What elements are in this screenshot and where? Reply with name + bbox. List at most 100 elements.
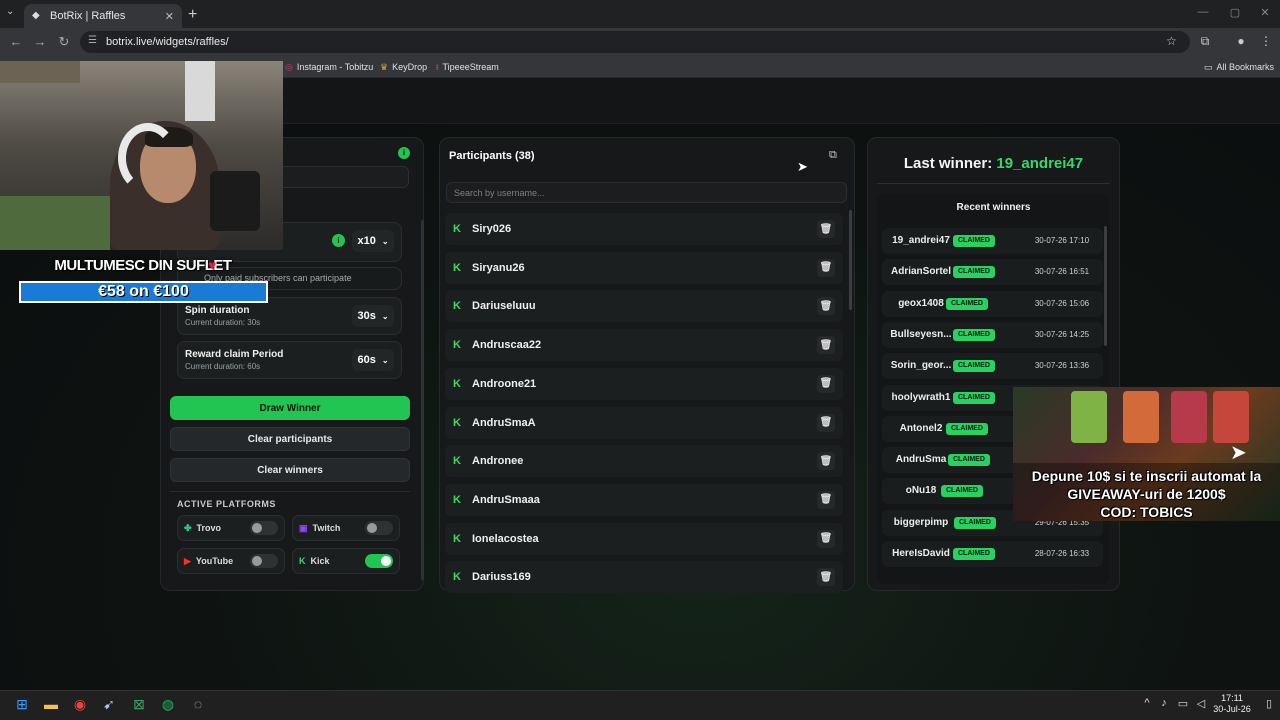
notifications-icon[interactable]: ▯ xyxy=(1262,697,1276,710)
winner-time: 30-07-26 13:36 xyxy=(1034,361,1090,371)
chevron-down-icon: ⌄ xyxy=(381,355,389,365)
new-tab-icon[interactable]: + xyxy=(188,6,204,24)
kick-icon: K xyxy=(453,223,461,235)
claim-period-dropdown[interactable]: 60s ⌄ xyxy=(352,349,394,371)
info-icon[interactable]: i xyxy=(332,234,345,247)
all-bookmarks[interactable]: ▭ All Bookmarks xyxy=(1204,60,1274,74)
kick-icon: K xyxy=(453,377,461,390)
kick-toggle[interactable] xyxy=(365,554,393,568)
folder-icon: ▭ xyxy=(1204,61,1213,72)
claim-period-label: Reward claim Period xyxy=(185,349,284,360)
kick-icon: K xyxy=(299,556,306,566)
participant-name: Andruscaa22 xyxy=(472,339,542,352)
kick-icon: K xyxy=(453,493,461,506)
bookmark-star-icon[interactable]: ☆ xyxy=(1166,34,1177,48)
tab-title: BotRix | Raffles xyxy=(50,10,126,22)
address-bar[interactable]: botrix.live/widgets/raffles/ xyxy=(80,31,1190,53)
winner-name: Bullseyesn... xyxy=(890,328,952,340)
close-tab-icon[interactable]: ✕ xyxy=(165,10,174,23)
wall-art xyxy=(185,61,215,121)
delete-icon[interactable]: 🗑 xyxy=(817,568,835,587)
claimed-badge: CLAIMED xyxy=(954,516,996,529)
delete-icon[interactable]: 🗑 xyxy=(817,220,835,238)
delete-icon[interactable]: 🗑 xyxy=(817,336,835,355)
kick-icon: K xyxy=(453,532,461,545)
network-icon[interactable]: ▭ xyxy=(1176,697,1190,710)
twitch-toggle[interactable] xyxy=(365,521,393,535)
kick-icon: K xyxy=(453,571,461,584)
chrome-icon[interactable]: ◉ xyxy=(70,696,90,713)
webcam-overlay xyxy=(0,61,283,250)
app-icon[interactable]: ◌ xyxy=(188,696,208,712)
winner-row: Bullseyesn... CLAIMED 30-07-26 14:25 xyxy=(882,321,1103,348)
excel-icon[interactable]: ⊠ xyxy=(129,696,149,713)
tab-search-icon[interactable]: ⌄ xyxy=(6,6,20,17)
chevron-down-icon: ⌄ xyxy=(381,311,389,321)
delete-icon[interactable]: 🗑 xyxy=(817,490,835,509)
participant-search-input[interactable]: Search by username... xyxy=(446,182,847,203)
reload-icon[interactable]: ↻ xyxy=(56,34,72,50)
winner-name: hoolywrath1 xyxy=(891,391,951,403)
draw-winner-button[interactable]: Draw Winner xyxy=(170,396,410,420)
back-icon[interactable]: ← xyxy=(8,34,24,49)
tipeee-icon: ŧ xyxy=(436,62,439,72)
participant-row: K AndruSmaA 🗑 xyxy=(445,406,843,439)
kick-icon: K xyxy=(453,261,461,274)
winner-name: HereIsDavid xyxy=(892,548,950,559)
winners-scrollbar[interactable] xyxy=(1104,226,1107,346)
spotify-icon[interactable]: ◍ xyxy=(158,696,178,713)
delete-icon[interactable]: 🗑 xyxy=(817,374,835,393)
delete-icon[interactable]: 🗑 xyxy=(817,297,835,316)
participant-row: K Dariuss169 🗑 xyxy=(445,561,843,594)
participant-name: Siry026 xyxy=(472,223,512,235)
minimize-icon[interactable]: — xyxy=(1196,6,1210,18)
browser-tab[interactable]: ◆ BotRix | Raffles ✕ xyxy=(24,4,182,28)
keyword-input[interactable] xyxy=(270,166,409,188)
file-explorer-icon[interactable]: ▬ xyxy=(41,696,61,712)
steam-icon[interactable]: ➹ xyxy=(99,696,119,713)
system-clock[interactable]: 17:11 30-Jul-26 xyxy=(1206,693,1258,715)
kick-icon: K xyxy=(453,339,461,352)
microphone-icon[interactable]: ♪ xyxy=(1157,697,1171,709)
extensions-icon[interactable]: ⧉ xyxy=(1197,34,1213,49)
close-window-icon[interactable]: ✕ xyxy=(1258,6,1272,19)
participant-row: K Andronee 🗑 xyxy=(445,445,843,478)
kick-icon: K xyxy=(453,300,461,313)
keydrop-icon: ♛ xyxy=(380,61,389,72)
plant xyxy=(0,196,110,250)
maximize-icon[interactable]: ▢ xyxy=(1228,6,1242,19)
bookmark-instagram[interactable]: ◎ Instagram - Tobitzu xyxy=(285,60,373,74)
youtube-toggle[interactable] xyxy=(250,554,278,568)
menu-icon[interactable]: ⋮ xyxy=(1258,34,1274,48)
clear-winners-button[interactable]: Clear winners xyxy=(170,458,410,482)
winner-time: 28-07-26 16:33 xyxy=(1034,549,1090,558)
multiplier-dropdown[interactable]: x10 ⌄ xyxy=(352,230,394,252)
claimed-badge: CLAIMED xyxy=(941,485,983,498)
bookmark-keydrop[interactable]: ♛ KeyDrop xyxy=(380,60,427,74)
twitch-icon: ▣ xyxy=(299,522,308,533)
start-icon[interactable]: ⊞ xyxy=(12,696,32,713)
divider xyxy=(877,183,1110,184)
bookmark-tipeeestream[interactable]: ŧ TipeeeStream xyxy=(436,60,499,74)
trovo-toggle[interactable] xyxy=(250,521,278,535)
delete-icon[interactable]: 🗑 xyxy=(817,452,835,471)
participant-name: AndruSmaA xyxy=(472,416,536,429)
site-info-icon[interactable]: ☰ xyxy=(88,35,97,46)
copy-icon[interactable]: ⧉ xyxy=(829,149,843,162)
participant-row: K AndruSmaaa 🗑 xyxy=(445,483,843,516)
platform-twitch: ▣ Twitch xyxy=(292,515,400,541)
clear-participants-button[interactable]: Clear participants xyxy=(170,427,410,451)
claimed-badge: CLAIMED xyxy=(946,297,988,310)
settings-scrollbar[interactable] xyxy=(421,220,424,580)
spin-duration-dropdown[interactable]: 30s ⌄ xyxy=(352,305,394,327)
delete-icon[interactable]: 🗑 xyxy=(817,413,835,432)
tray-chevron-icon[interactable]: ^ xyxy=(1140,697,1154,709)
profile-avatar[interactable]: ● xyxy=(1233,34,1249,48)
info-icon[interactable]: i xyxy=(398,147,410,159)
delete-icon[interactable]: 🗑 xyxy=(817,258,835,277)
participant-name: Dariuss169 xyxy=(472,571,531,584)
delete-icon[interactable]: 🗑 xyxy=(817,529,835,548)
participants-scrollbar[interactable] xyxy=(849,210,852,310)
forward-icon[interactable]: → xyxy=(32,34,48,49)
game-card xyxy=(1213,391,1249,443)
